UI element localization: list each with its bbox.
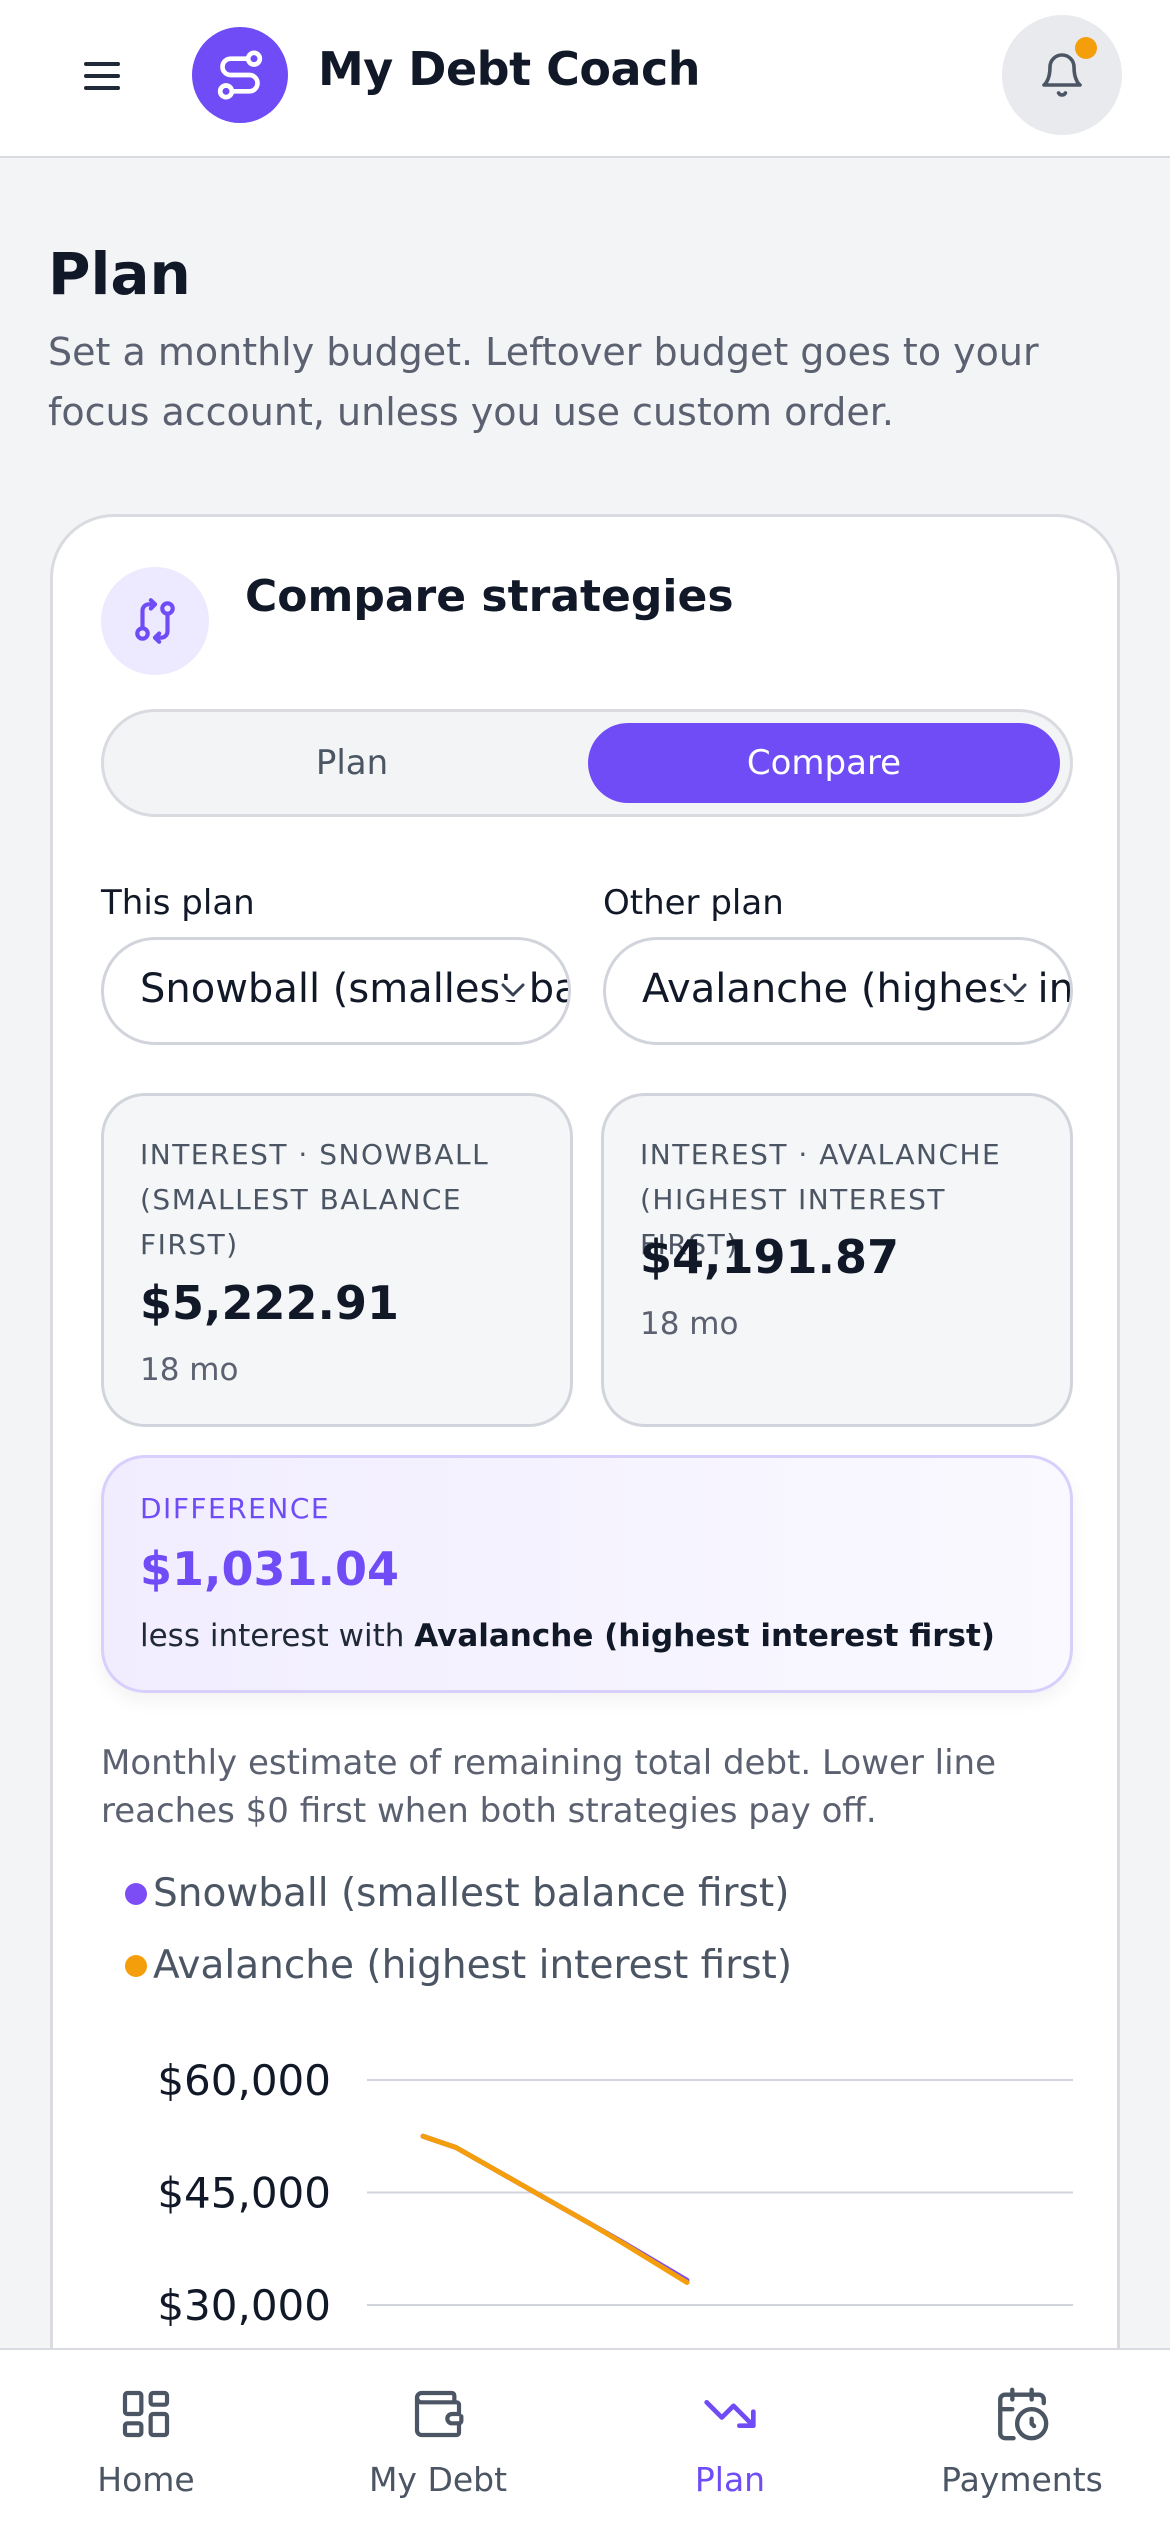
nav-item-home[interactable]: Home [0,2350,292,2532]
nav-item-my-debt[interactable]: My Debt [292,2350,584,2532]
nav-label: Plan [694,2460,766,2499]
bottom-navigation: Home My Debt Plan Payments [0,2348,1170,2532]
trending-down-icon [700,2382,760,2446]
nav-item-payments[interactable]: Payments [876,2350,1168,2532]
y-tick-label: $45,000 [157,2169,331,2218]
series-line-avalanche [420,2133,690,2285]
y-tick-label: $60,000 [157,2056,331,2105]
nav-item-plan[interactable]: Plan [584,2350,876,2532]
nav-label: Payments [941,2460,1103,2499]
remaining-debt-chart: $60,000$45,000$30,000$15,000 [157,2056,1073,2443]
y-tick-label: $30,000 [157,2281,331,2330]
wallet-icon [410,2382,466,2446]
compare-strategies-card: Compare strategies Plan Compare This pla… [50,514,1120,2532]
nav-label: Home [97,2460,195,2499]
route-icon [192,27,288,123]
bell-icon [1042,53,1082,97]
nav-label: My Debt [368,2460,508,2499]
page-title: Plan [48,240,191,308]
notifications-button[interactable] [1002,15,1122,135]
app-header: My Debt Coach [0,0,1170,158]
page-subtitle: Set a monthly budget. Leftover budget go… [48,330,1039,434]
hamburger-menu-icon[interactable] [78,52,126,100]
notification-dot [1075,37,1097,59]
calendar-clock-icon [993,2382,1051,2446]
app-title: My Debt Coach [318,42,701,96]
dashboard-icon [118,2382,174,2446]
